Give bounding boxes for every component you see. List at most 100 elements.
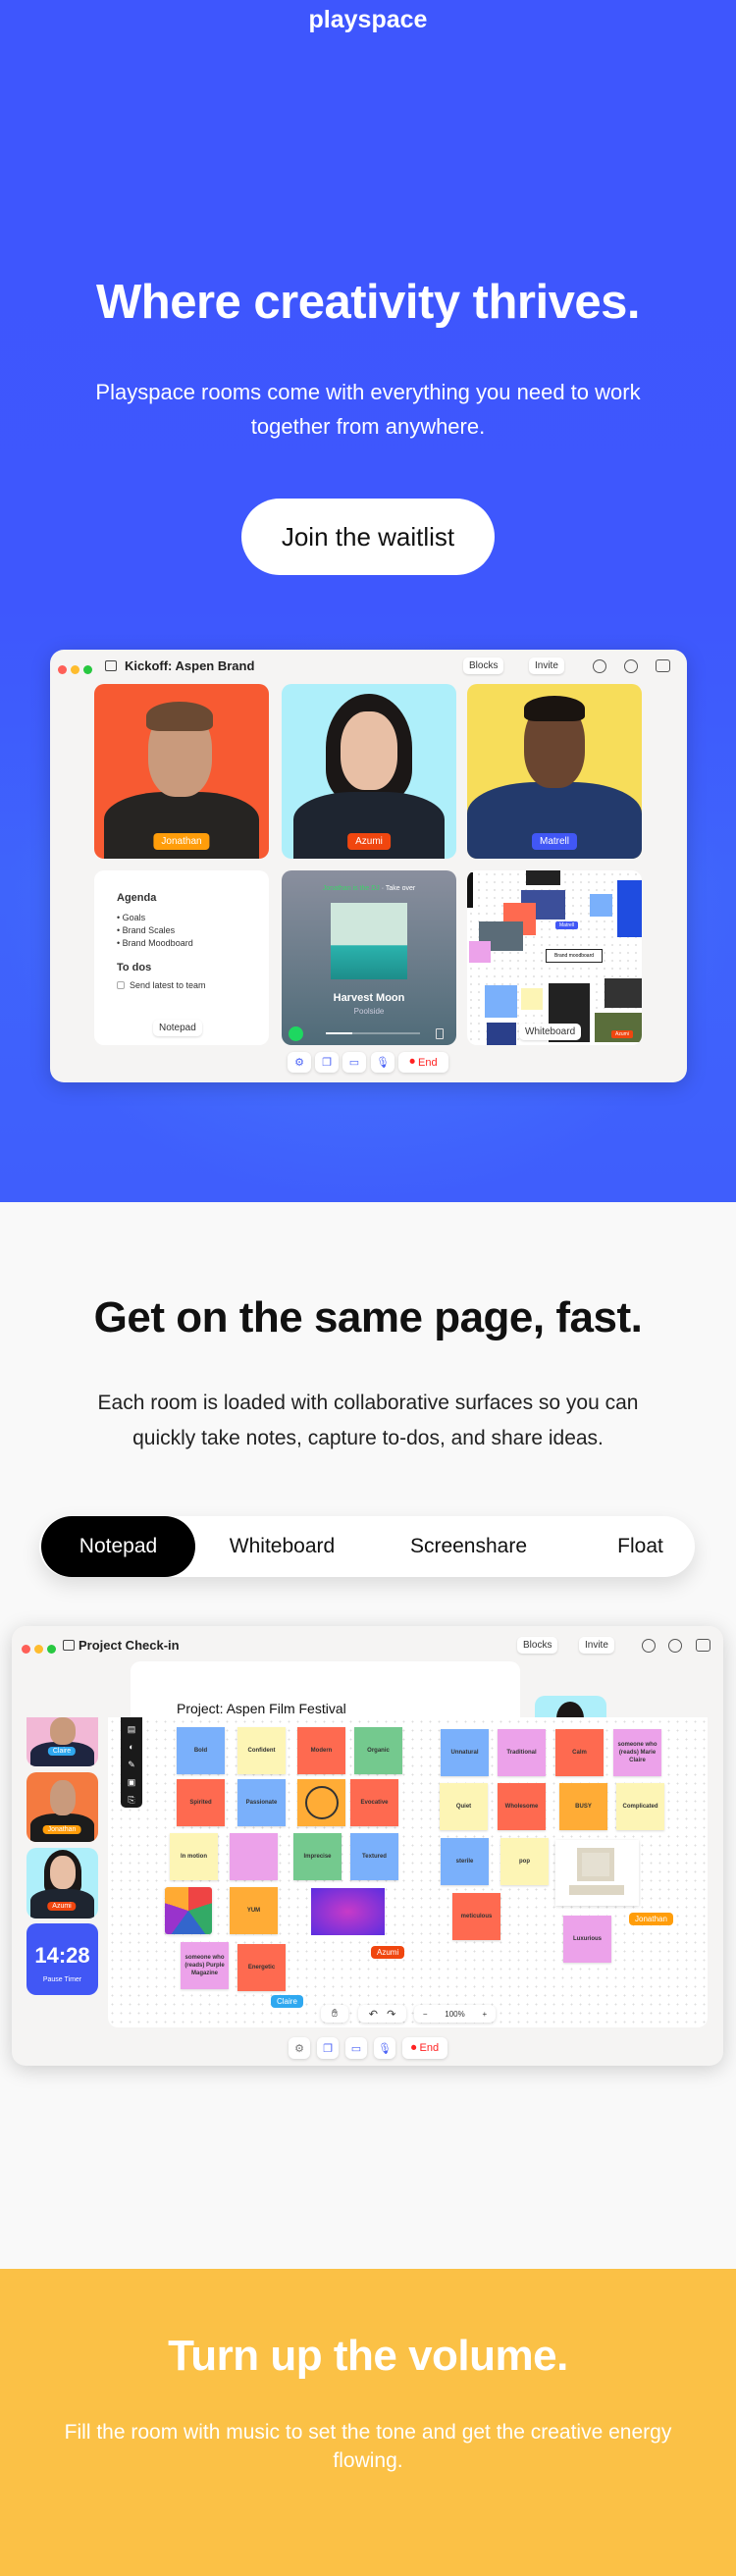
blocks-button[interactable]: Blocks [517, 1637, 558, 1654]
sidebar-icon[interactable] [63, 1640, 75, 1651]
sticky-note[interactable]: Unnatural [441, 1729, 489, 1776]
undo-icon[interactable]: ↶ [369, 2008, 378, 2021]
sticky-note[interactable]: someone who (reads) Marie Claire [613, 1729, 661, 1776]
pen-tool-icon[interactable]: ✎ [121, 1756, 142, 1773]
steering-icon[interactable] [593, 659, 606, 673]
join-waitlist-button[interactable]: Join the waitlist [241, 499, 495, 575]
emoji-icon[interactable] [668, 1639, 682, 1653]
invite-button[interactable]: Invite [579, 1637, 614, 1654]
logo[interactable]: playspace [0, 6, 736, 34]
microphone-button[interactable]: 🎙︎ [371, 1052, 394, 1073]
hand-tool-button[interactable]: ✋︎ [321, 2005, 348, 2023]
sticky-note[interactable]: Complicated [616, 1783, 664, 1830]
settings-button[interactable]: ⚙ [288, 1052, 311, 1073]
redo-icon[interactable]: ↷ [387, 2008, 395, 2021]
timer-tile[interactable]: 14:28 Pause Timer [26, 1923, 98, 1995]
sticky-note[interactable]: Passionate [237, 1779, 286, 1826]
image-tool-icon[interactable]: ▣ [121, 1773, 142, 1791]
blocks-button[interactable]: Blocks [463, 657, 504, 674]
sticky-note[interactable]: Wholesome [498, 1783, 546, 1830]
zoom-out-button[interactable]: − [423, 2010, 428, 2019]
agenda-item: Brand Scales [122, 925, 176, 935]
window-controls[interactable] [58, 661, 96, 679]
sticky-note[interactable]: BUSY [559, 1783, 607, 1830]
sticky-note[interactable]: Bold [177, 1727, 225, 1774]
steering-icon[interactable] [642, 1639, 656, 1653]
purple-room-image[interactable] [311, 1888, 385, 1935]
sticky-note[interactable]: Organic [354, 1727, 402, 1774]
sticky-note[interactable]: In motion [170, 1833, 218, 1880]
video-tile-claire[interactable]: Claire [26, 1717, 98, 1766]
sticky-note[interactable]: Quiet [440, 1783, 488, 1830]
todo-item[interactable]: Send latest to team [117, 980, 206, 990]
microphone-button[interactable]: 🎙︎ [374, 2037, 395, 2059]
zoom-in-button[interactable]: + [482, 2010, 487, 2019]
invite-button[interactable]: Invite [529, 657, 564, 674]
device-icon[interactable] [436, 1028, 444, 1039]
sticky-note[interactable]: Traditional [498, 1729, 546, 1776]
emoji-icon[interactable] [624, 659, 638, 673]
whiteboard-canvas[interactable]: ▤ ◐ ✎ ▣ ⎘ Bold Confident Modern Organic Unnatura… [108, 1717, 708, 2027]
sticky-note[interactable]: sterile [441, 1838, 489, 1885]
volume-slider[interactable] [326, 1032, 420, 1034]
sticky-note[interactable]: Spirited [177, 1779, 225, 1826]
video-tile-matrell[interactable]: Matrell [467, 684, 642, 859]
tab-notepad[interactable]: Notepad [41, 1516, 195, 1577]
timer-time: 14:28 [34, 1943, 90, 1968]
end-call-button[interactable]: ⏺ End [398, 1052, 448, 1073]
music-player[interactable]: Jonathan is the DJ · Take over Harvest M… [282, 870, 456, 1045]
participant-name: Azumi [47, 1902, 77, 1911]
todo-text: Send latest to team [130, 980, 206, 990]
settings-button[interactable]: ⚙ [289, 2037, 310, 2059]
room-window-kickoff: Kickoff: Aspen Brand Blocks Invite Jonat… [50, 650, 687, 1082]
tab-float[interactable]: Float [599, 1516, 682, 1577]
computer-image[interactable] [555, 1840, 639, 1906]
sticky-note[interactable]: Confident [237, 1727, 286, 1774]
pause-timer-button[interactable]: Pause Timer [26, 1976, 98, 1983]
video-tile-azumi[interactable]: Azumi [26, 1848, 98, 1919]
export-tool-icon[interactable]: ⎘ [121, 1791, 142, 1809]
screen-share-button[interactable]: ❐ [315, 1052, 339, 1073]
agenda-list: • Goals • Brand Scales • Brand Moodboard [117, 913, 193, 948]
chat-icon[interactable] [696, 1639, 710, 1652]
video-tile-azumi[interactable]: Azumi [282, 684, 456, 859]
sticky-note[interactable]: someone who (reads) Purple Magazine [181, 1942, 229, 1989]
sticky-note[interactable]: Evocative [350, 1779, 398, 1826]
spotify-icon[interactable] [289, 1026, 303, 1041]
sticky-note[interactable]: Textured [350, 1833, 398, 1880]
sticky-note[interactable] [297, 1779, 345, 1826]
video-tile-jonathan[interactable]: Jonathan [26, 1772, 98, 1842]
screen-share-button[interactable]: ❐ [317, 2037, 339, 2059]
sticky-note[interactable]: pop [500, 1838, 549, 1885]
whiteboard-toolbar: ▤ ◐ ✎ ▣ ⎘ [121, 1717, 142, 1808]
take-over-link[interactable]: · Take over [382, 885, 416, 892]
sticky-note-tool-icon[interactable]: ▤ [121, 1720, 142, 1738]
notepad-card[interactable]: Agenda • Goals • Brand Scales • Brand Mo… [94, 870, 269, 1045]
shape-tool-icon[interactable]: ◐ [121, 1738, 142, 1756]
tab-screenshare[interactable]: Screenshare [397, 1516, 540, 1577]
sticky-note[interactable]: Imprecise [293, 1833, 342, 1880]
window-controls[interactable] [22, 1641, 60, 1658]
sticky-note[interactable]: Energetic [237, 1944, 286, 1991]
whiteboard-card[interactable]: Matrell Brand moodboard Whiteboard Azumi [467, 870, 642, 1045]
whiteboard-button[interactable]: Whiteboard [519, 1024, 582, 1040]
camera-button[interactable]: ▭ [342, 1052, 366, 1073]
notepad-button[interactable]: Notepad [153, 1020, 202, 1036]
camera-button[interactable]: ▭ [345, 2037, 367, 2059]
sticky-note[interactable]: meticulous [452, 1893, 500, 1940]
sticky-note[interactable]: Modern [297, 1727, 345, 1774]
sticky-note[interactable]: YUM [230, 1887, 278, 1934]
sidebar-icon[interactable] [105, 660, 117, 671]
video-tile-jonathan[interactable]: Jonathan [94, 684, 269, 859]
sticky-note[interactable]: Calm [555, 1729, 604, 1776]
checkbox[interactable] [117, 981, 125, 989]
doc-title: Project: Aspen Film Festival [177, 1701, 346, 1716]
sticky-note[interactable]: Luxurious [563, 1916, 611, 1963]
chat-icon[interactable] [656, 659, 670, 672]
end-call-button[interactable]: ⏺ End [402, 2037, 447, 2059]
colorful-icons-image[interactable] [165, 1887, 212, 1934]
section-body: Fill the room with music to set the tone… [0, 2418, 736, 2475]
tab-whiteboard[interactable]: Whiteboard [211, 1516, 353, 1577]
hero-subtitle: Playspace rooms come with everything you… [49, 375, 687, 444]
sticky-note[interactable] [230, 1833, 278, 1880]
